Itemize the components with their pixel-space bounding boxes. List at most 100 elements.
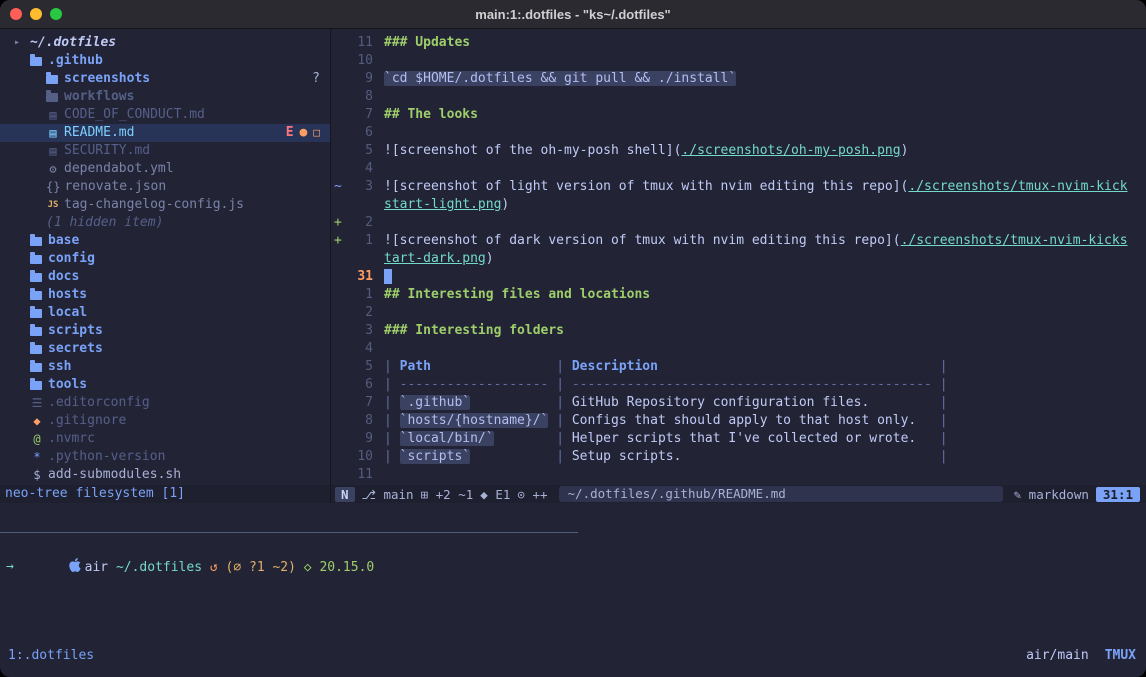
tree-item-label: .editorconfig	[48, 394, 150, 412]
tree-item[interactable]: docs	[0, 268, 330, 286]
tree-item[interactable]: ▤CODE_OF_CONDUCT.md	[0, 106, 330, 124]
tree-item-label: docs	[48, 268, 79, 286]
line-text	[373, 52, 384, 70]
gutter-sign	[331, 196, 347, 214]
tree-item[interactable]: (1 hidden item)	[0, 214, 330, 232]
editor-line[interactable]: 8	[331, 88, 1146, 106]
editor-line[interactable]: +2	[331, 214, 1146, 232]
editor-line[interactable]: +1![screenshot of dark version of tmux w…	[331, 232, 1146, 250]
tree-item[interactable]: ▤README.mdE●□	[0, 124, 330, 142]
line-text: ![screenshot of the oh-my-posh shell](./…	[373, 142, 908, 160]
line-text	[373, 304, 384, 322]
line-text	[373, 160, 384, 178]
tree-item[interactable]: base	[0, 232, 330, 250]
editor-line[interactable]: 4	[331, 160, 1146, 178]
line-text: | ------------------- | ----------------…	[373, 376, 948, 394]
tree-item[interactable]: screenshots?	[0, 70, 330, 88]
tmux-window-item[interactable]: 1:.dotfiles	[8, 647, 94, 665]
tree-item-label: renovate.json	[64, 178, 166, 196]
tree-item[interactable]: tools	[0, 376, 330, 394]
editor-line[interactable]: 9| `local/bin/` | Helper scripts that I'…	[331, 430, 1146, 448]
tree-item-label: tools	[48, 376, 87, 394]
editor-line[interactable]: 4	[331, 340, 1146, 358]
tmux-label: TMUX	[1105, 647, 1136, 665]
line-number: 11	[347, 34, 373, 52]
item-markers: ?	[312, 70, 320, 88]
line-text	[373, 466, 384, 484]
minimize-button[interactable]	[30, 8, 42, 20]
editor-line[interactable]: 6	[331, 124, 1146, 142]
zoom-button[interactable]	[50, 8, 62, 20]
tree-item[interactable]: $add-submodules.sh	[0, 466, 330, 484]
line-text: | `local/bin/` | Helper scripts that I'v…	[373, 430, 948, 448]
editor-line[interactable]: 5| Path | Description |	[331, 358, 1146, 376]
tree-item-label: tag-changelog-config.js	[64, 196, 244, 214]
editor-line[interactable]: 31	[331, 268, 1146, 286]
prompt-segment: air	[85, 560, 108, 575]
editor-line[interactable]: 1## Interesting files and locations	[331, 286, 1146, 304]
tree-item[interactable]: *.python-version	[0, 448, 330, 466]
editor-line[interactable]: 6| ------------------- | ---------------…	[331, 376, 1146, 394]
editor-line[interactable]: start-light.png)	[331, 196, 1146, 214]
editor-line[interactable]: 2	[331, 304, 1146, 322]
gutter-sign: +	[331, 214, 347, 232]
tree-item[interactable]: ▤SECURITY.md	[0, 142, 330, 160]
editor-line[interactable]: 10	[331, 52, 1146, 70]
tree-item-label: workflows	[64, 88, 134, 106]
tree-item-label: .python-version	[48, 448, 165, 466]
expander-icon[interactable]: ▸	[14, 34, 24, 52]
tree-item-label: hosts	[48, 286, 87, 304]
line-text: start-light.png)	[373, 196, 509, 214]
gutter-sign	[331, 286, 347, 304]
editor-line[interactable]: 7## The looks	[331, 106, 1146, 124]
tmux-session-area: ▸~/.dotfiles.githubscreenshots?workflows…	[0, 29, 1146, 677]
editor-line[interactable]: 8| `hosts/{hostname}/` | Configs that sh…	[331, 412, 1146, 430]
tree-item[interactable]: ▸~/.dotfiles	[0, 34, 330, 52]
tree-item[interactable]: hosts	[0, 286, 330, 304]
gutter-sign	[331, 448, 347, 466]
tree-item[interactable]: local	[0, 304, 330, 322]
line-number	[347, 196, 373, 214]
line-text	[373, 340, 384, 358]
tree-item[interactable]: .github	[0, 52, 330, 70]
neo-tree-panel: ▸~/.dotfiles.githubscreenshots?workflows…	[0, 29, 330, 503]
editor-line[interactable]: 3### Interesting folders	[331, 322, 1146, 340]
folder-icon	[30, 381, 42, 390]
editor-line[interactable]: tart-dark.png)	[331, 250, 1146, 268]
editor-line[interactable]: 10| `scripts` | Setup scripts. |	[331, 448, 1146, 466]
tree-item[interactable]: scripts	[0, 322, 330, 340]
tree-item[interactable]: {}renovate.json	[0, 178, 330, 196]
editor-buffer[interactable]: 11### Updates109`cd $HOME/.dotfiles && g…	[331, 29, 1146, 485]
folder-icon	[30, 309, 42, 318]
editor-line[interactable]: 11### Updates	[331, 34, 1146, 52]
editor-line[interactable]: 11	[331, 466, 1146, 484]
tree-item[interactable]: ssh	[0, 358, 330, 376]
editor-line[interactable]: 9`cd $HOME/.dotfiles && git pull && ./in…	[331, 70, 1146, 88]
line-text	[373, 268, 392, 286]
folder-icon	[46, 75, 58, 84]
tree-item[interactable]: config	[0, 250, 330, 268]
traffic-lights	[0, 8, 62, 20]
tree-item[interactable]: ⚙dependabot.yml	[0, 160, 330, 178]
line-text: ### Updates	[373, 34, 470, 52]
tree-item[interactable]: @.nvmrc	[0, 430, 330, 448]
tree-item[interactable]: secrets	[0, 340, 330, 358]
line-text: | `scripts` | Setup scripts. |	[373, 448, 948, 466]
folder-icon	[30, 273, 42, 282]
diff-counts: +2 ~1	[436, 487, 474, 502]
line-number: 10	[347, 448, 373, 466]
at-icon: @	[30, 430, 44, 448]
tree-item[interactable]: ☰.editorconfig	[0, 394, 330, 412]
close-button[interactable]	[10, 8, 22, 20]
tree-item[interactable]: JStag-changelog-config.js	[0, 196, 330, 214]
line-number: 11	[347, 466, 373, 484]
file-md-icon: ▤	[46, 142, 60, 160]
editor-line[interactable]: 7| `.github` | GitHub Repository configu…	[331, 394, 1146, 412]
editor-line[interactable]: 5![screenshot of the oh-my-posh shell](.…	[331, 142, 1146, 160]
extra-text: ++	[532, 487, 547, 502]
line-number: 7	[347, 106, 373, 124]
tree-item[interactable]: workflows	[0, 88, 330, 106]
line-text: | `hosts/{hostname}/` | Configs that sho…	[373, 412, 948, 430]
editor-line[interactable]: ~3![screenshot of light version of tmux …	[331, 178, 1146, 196]
tree-item[interactable]: ◆.gitignore	[0, 412, 330, 430]
